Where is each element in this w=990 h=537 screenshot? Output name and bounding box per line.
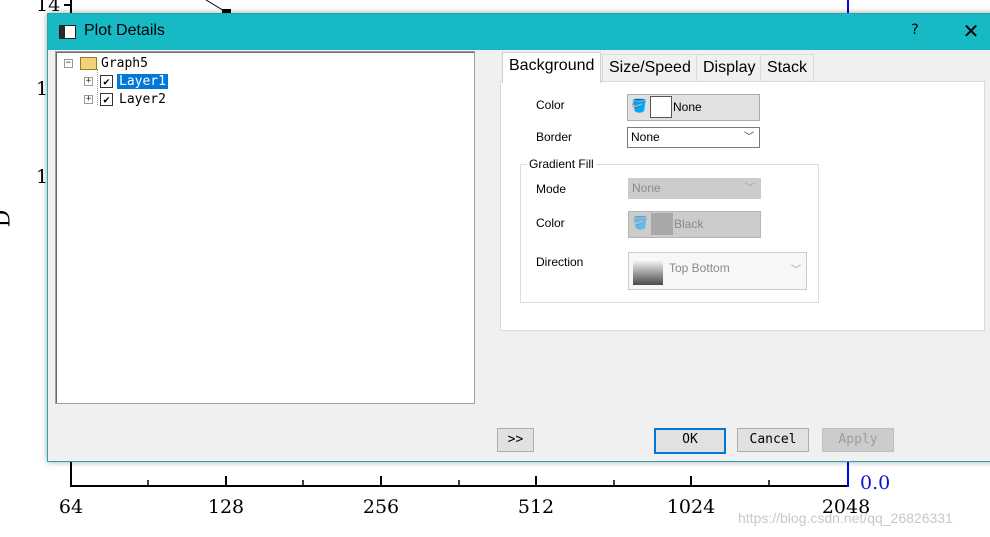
border-label: Border [536,130,573,144]
y-axis-label: D [0,210,15,228]
tab-background[interactable]: Background [502,52,602,83]
layer-tree[interactable]: − Graph5 + ✔ Layer1 + ✔ Layer2 [55,51,475,404]
expand-toggle[interactable]: + [84,77,93,86]
tree-node-label[interactable]: Graph5 [99,56,150,71]
expand-toggle[interactable]: + [84,95,93,104]
mode-label: Mode [536,182,567,196]
window-icon [59,25,76,39]
collapse-toggle[interactable]: − [64,59,73,68]
tab-size-speed[interactable]: Size/Speed [602,54,698,81]
close-button[interactable]: ✕ [960,19,982,43]
color-label: Color [536,98,565,112]
gradient-color-value: Black [674,217,704,231]
group-title: Gradient Fill [527,157,596,171]
x-tick-label: 512 [517,496,555,518]
apply-button[interactable]: Apply [822,428,894,452]
tree-guide-line [97,69,98,105]
chevron-down-icon: ﹀ [744,132,754,143]
expand-panel-button[interactable]: >> [497,428,534,452]
layer-checkbox[interactable]: ✔ [100,93,113,106]
chevron-down-icon: ﹀ [745,183,755,194]
cancel-button[interactable]: Cancel [737,428,809,452]
x-tick-label: 64 [58,496,84,518]
y2-tick-label: 0.0 [860,472,891,494]
chevron-down-icon: ﹀ [791,265,801,276]
dialog-title: Plot Details [84,22,165,39]
gradient-color-label: Color [536,216,565,230]
tree-node-label[interactable]: Layer2 [117,92,168,107]
paint-bucket-icon: 🪣 [632,215,649,230]
gradient-fill-group: Gradient Fill Mode None ﹀ Color 🪣 Black … [520,157,819,303]
tab-display[interactable]: Display [696,54,763,81]
tab-stack[interactable]: Stack [760,54,815,81]
watermark-text: https://blog.csdn.net/qq_26826331 [738,510,953,526]
mode-select[interactable]: None ﹀ [628,178,761,199]
plot-details-dialog: Plot Details ? ✕ − Graph5 + ✔ Layer1 + ✔… [47,13,990,462]
direction-select[interactable]: Top Bottom ﹀ [628,252,807,290]
folder-icon [80,57,97,70]
border-select-value: None [631,130,660,144]
border-select[interactable]: None ﹀ [627,127,760,148]
paint-bucket-icon: 🪣 [631,98,648,113]
mode-select-value: None [632,181,661,195]
gradient-preview-icon [633,259,663,285]
dialog-titlebar[interactable]: Plot Details ? ✕ [48,14,990,50]
color-value: None [673,100,702,114]
x-tick-label: 256 [362,496,400,518]
background-tab-panel: Color 🪣 None Border None ﹀ Gradient Fill… [500,81,985,331]
direction-label: Direction [536,255,584,269]
color-swatch [650,96,672,118]
color-picker-button[interactable]: 🪣 None [627,94,760,121]
x-tick-label: 128 [207,496,245,518]
x-tick-label: 1024 [666,496,716,518]
tree-node-label[interactable]: Layer1 [116,73,169,90]
color-swatch [651,213,673,235]
gradient-color-button[interactable]: 🪣 Black [628,211,761,238]
help-button[interactable]: ? [908,22,922,38]
layer-checkbox[interactable]: ✔ [100,75,113,88]
direction-select-value: Top Bottom [669,261,730,275]
ok-button[interactable]: OK [654,428,726,454]
